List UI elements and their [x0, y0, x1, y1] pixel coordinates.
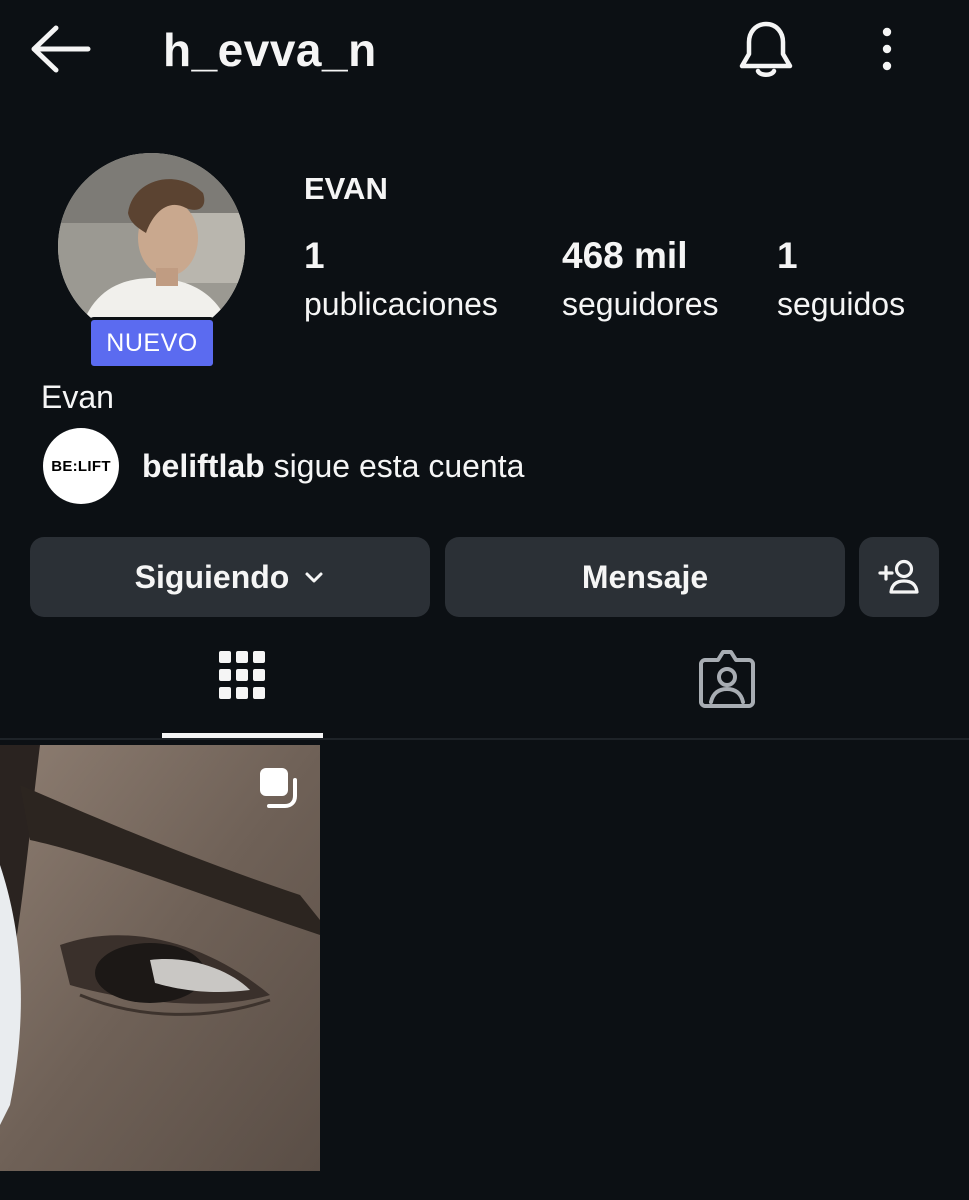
stat-following-value: 1 — [777, 235, 798, 276]
followed-by-account[interactable]: beliftlab — [142, 448, 265, 484]
stat-followers-value: 468 mil — [562, 235, 688, 276]
stat-posts-label: publicaciones — [304, 286, 498, 322]
tab-divider — [0, 738, 969, 740]
stat-following-label: seguidos — [777, 286, 906, 322]
grid-icon — [219, 651, 265, 699]
add-person-button[interactable] — [859, 537, 939, 617]
profile-photo — [58, 153, 245, 340]
message-button-label: Mensaje — [581, 558, 709, 595]
followed-by-suffix: sigue esta cuenta — [264, 448, 525, 484]
display-name: EVAN — [304, 171, 388, 206]
stat-followers[interactable]: 468 mil seguidores — [562, 232, 719, 328]
tab-tagged[interactable] — [484, 640, 969, 738]
profile-avatar[interactable] — [58, 153, 245, 340]
following-button[interactable]: Siguiendo — [30, 537, 430, 617]
stat-posts-value: 1 — [304, 235, 325, 276]
belift-logo-text: BE:LIFT — [51, 457, 111, 475]
carousel-icon — [260, 768, 297, 808]
stat-following[interactable]: 1 seguidos — [777, 232, 905, 328]
stat-posts[interactable]: 1 publicaciones — [304, 232, 498, 328]
bell-icon[interactable] — [737, 20, 795, 80]
chevron-down-icon — [305, 572, 323, 583]
new-badge: NUEVO — [88, 317, 216, 369]
stat-followers-label: seguidores — [562, 286, 719, 322]
bio-name: Evan — [41, 379, 114, 415]
mutual-follower-avatar[interactable]: BE:LIFT — [43, 428, 119, 504]
profile-username: h_evva_n — [163, 24, 377, 76]
following-button-label: Siguiendo — [134, 558, 290, 595]
followed-by-text[interactable]: beliftlab sigue esta cuenta — [142, 445, 524, 487]
tab-posts-grid[interactable] — [0, 640, 484, 738]
more-vertical-icon[interactable] — [870, 24, 904, 74]
message-button[interactable]: Mensaje — [445, 537, 845, 617]
arrow-left-icon[interactable] — [30, 24, 92, 74]
tagged-person-icon — [698, 650, 755, 708]
active-tab-indicator — [162, 733, 323, 738]
add-person-icon — [878, 559, 919, 594]
